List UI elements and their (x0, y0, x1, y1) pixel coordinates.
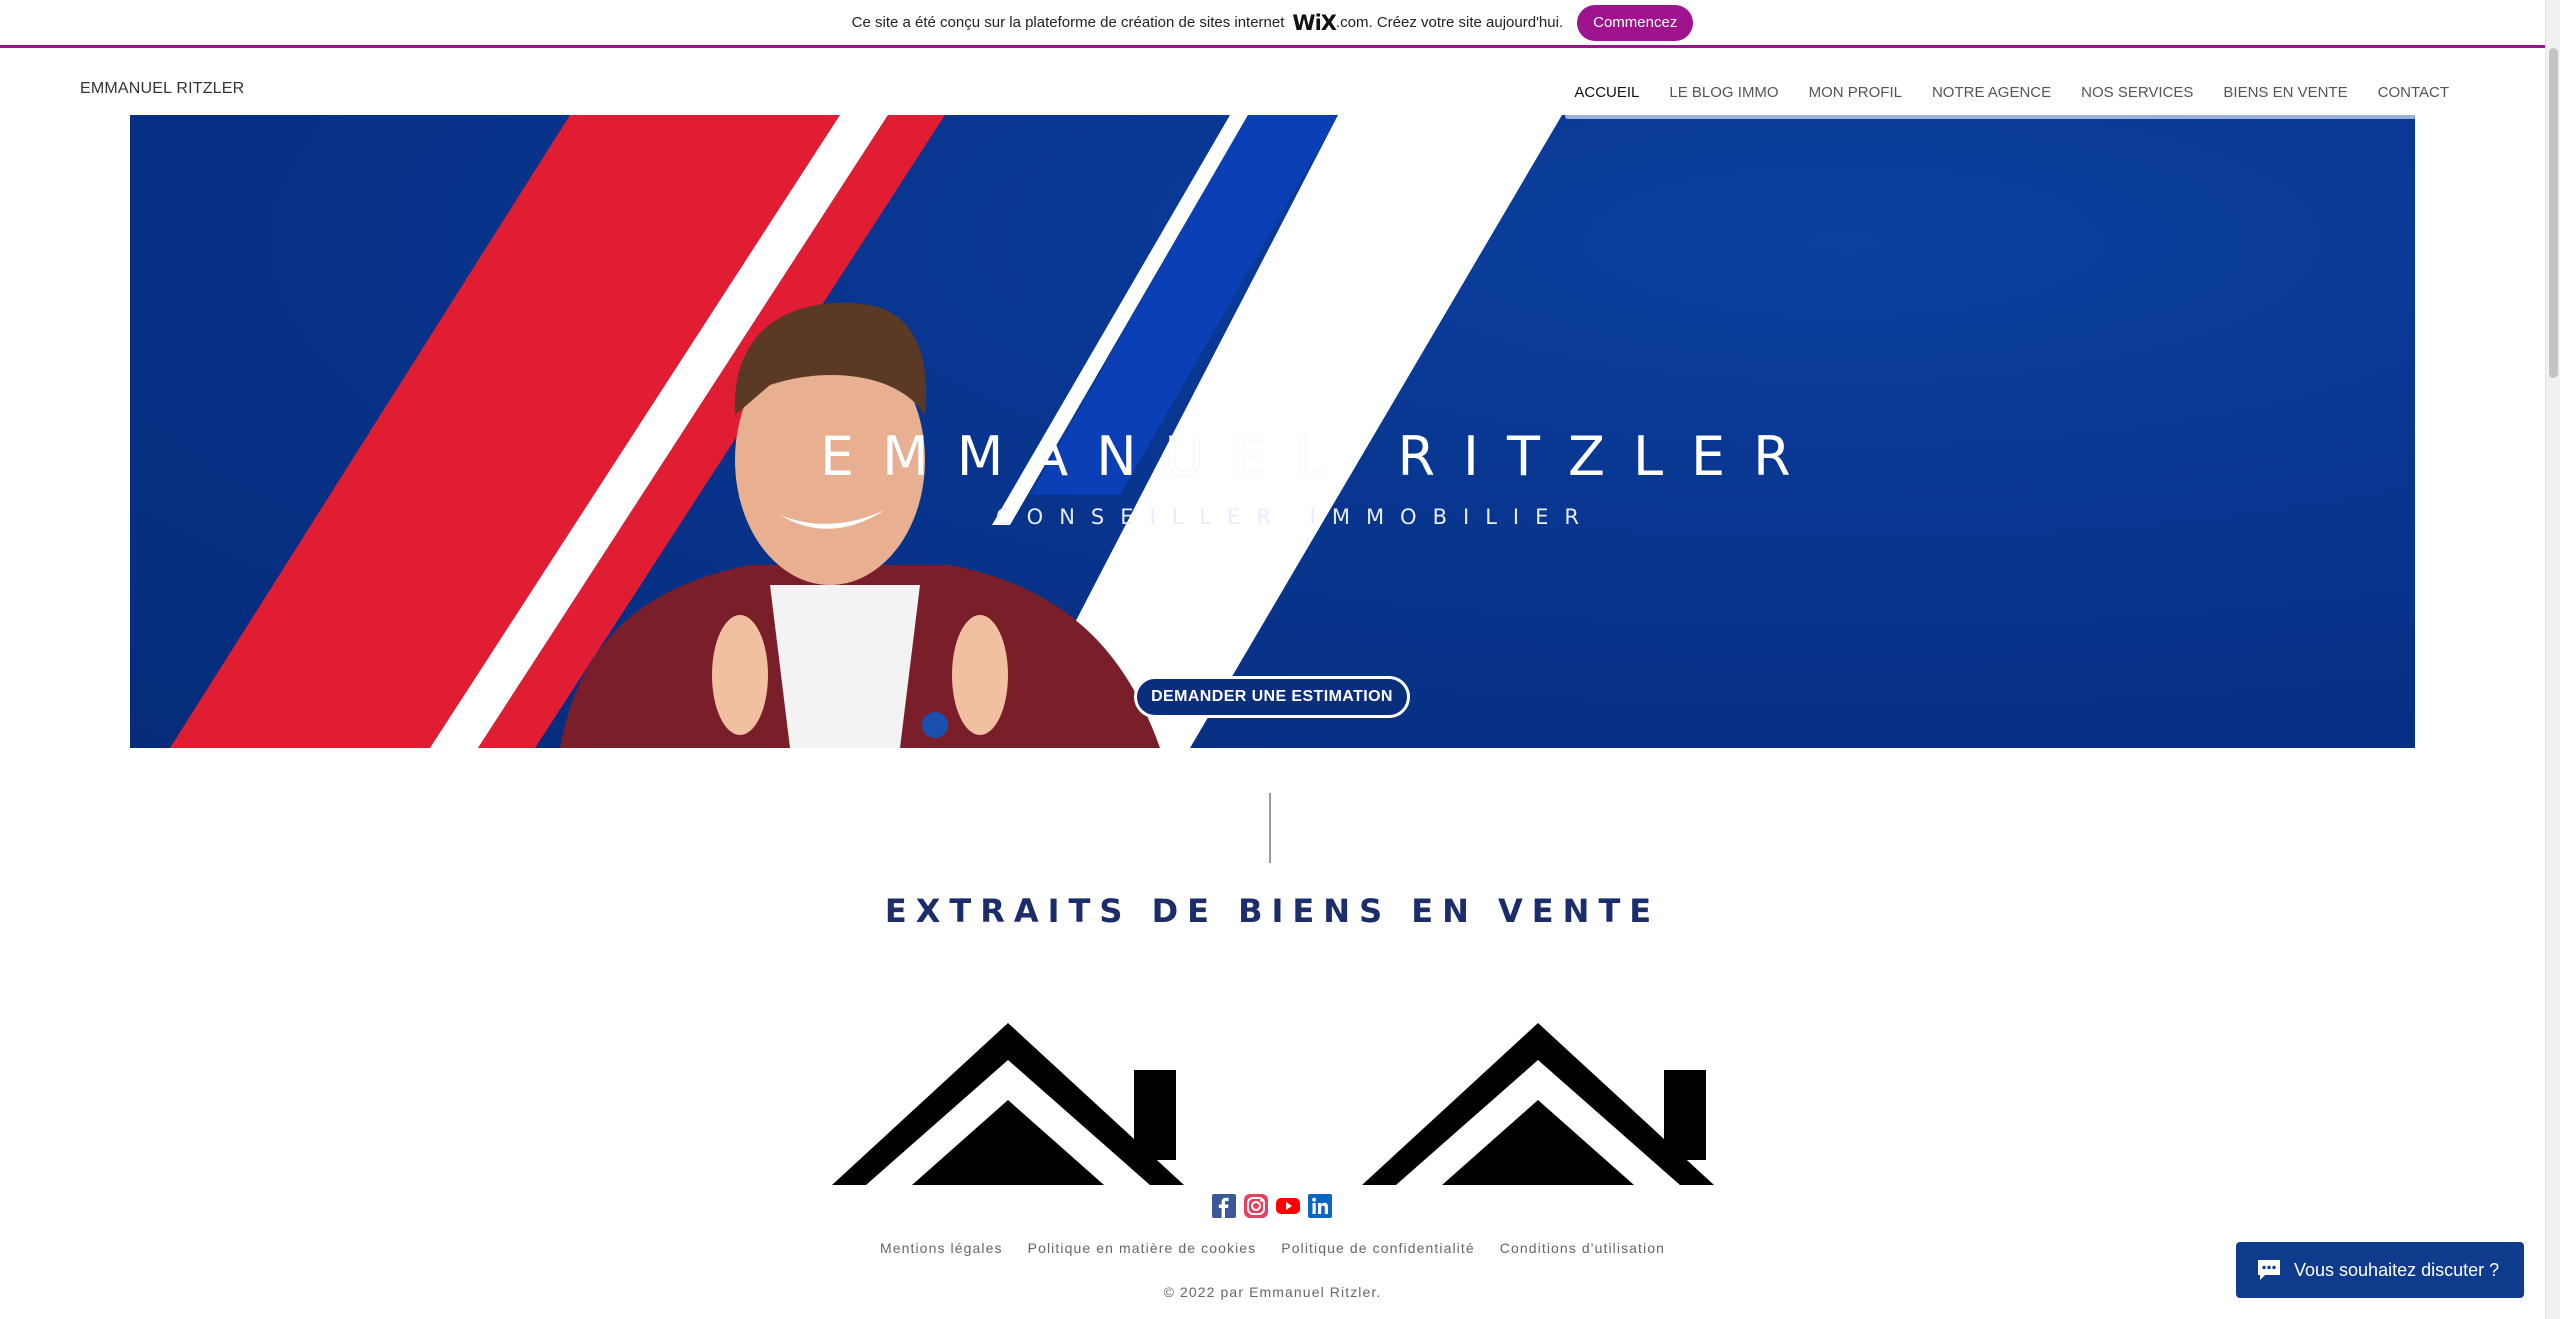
chat-label: Vous souhaitez discuter ? (2294, 1259, 2500, 1280)
social-bar (1212, 1194, 1332, 1218)
nav-item-blog[interactable]: LE BLOG IMMO (1654, 84, 1793, 101)
estimation-button[interactable]: DEMANDER UNE ESTIMATION (1134, 676, 1410, 718)
section-title: EXTRAITS DE BIENS EN VENTE (884, 892, 1661, 930)
site-name[interactable]: EMMANUEL RITZLER (80, 80, 244, 98)
footer-links: Mentions légales Politique en matière de… (0, 1240, 2545, 1256)
hero-banner: EMMANUEL RITZLER CONSEILLER IMMOBILIER D… (130, 115, 2415, 748)
scrollbar[interactable] (2545, 0, 2560, 1319)
footer-link-cookies[interactable]: Politique en matière de cookies (1028, 1240, 1257, 1256)
house-icon[interactable] (832, 1020, 1184, 1185)
divider-line (1269, 793, 1271, 863)
hero-title: EMMANUEL RITZLER (820, 425, 1819, 488)
instagram-icon[interactable] (1244, 1194, 1268, 1218)
nav-item-profil[interactable]: MON PROFIL (1794, 84, 1917, 101)
chat-bubble-icon (2258, 1260, 2280, 1280)
nav-item-contact[interactable]: CONTACT (2363, 84, 2464, 101)
footer-link-conditions[interactable]: Conditions d'utilisation (1500, 1240, 1665, 1256)
hero-subtitle: CONSEILLER IMMOBILIER (996, 505, 1595, 529)
nav-item-biens[interactable]: BIENS EN VENTE (2208, 84, 2362, 101)
nav-item-services[interactable]: NOS SERVICES (2066, 84, 2208, 101)
nav-item-accueil[interactable]: ACCUEIL (1559, 84, 1654, 101)
wix-logo[interactable]: WiX (1292, 11, 1337, 35)
footer-link-confidentialite[interactable]: Politique de confidentialité (1281, 1240, 1474, 1256)
chat-widget[interactable]: Vous souhaitez discuter ? (2236, 1242, 2524, 1298)
wix-banner-text-after: .com. Créez votre site aujourd'hui. (1335, 14, 1564, 31)
linkedin-icon[interactable] (1308, 1194, 1332, 1218)
nav-underline (1565, 113, 2417, 119)
house-icon[interactable] (1362, 1020, 1714, 1185)
copyright: © 2022 par Emmanuel Ritzler. (1163, 1284, 1382, 1300)
nav-item-agence[interactable]: NOTRE AGENCE (1917, 84, 2066, 101)
scroll-thumb[interactable] (2549, 48, 2558, 378)
commencez-button[interactable]: Commencez (1577, 4, 1694, 41)
wix-banner-text: Ce site a été conçu sur la plateforme de… (851, 14, 1285, 31)
footer-link-mentions[interactable]: Mentions légales (880, 1240, 1003, 1256)
youtube-icon[interactable] (1276, 1194, 1300, 1218)
wix-banner: Ce site a été conçu sur la plateforme de… (0, 0, 2545, 48)
main-nav: ACCUEIL LE BLOG IMMO MON PROFIL NOTRE AG… (1559, 84, 2464, 101)
facebook-icon[interactable] (1212, 1194, 1236, 1218)
